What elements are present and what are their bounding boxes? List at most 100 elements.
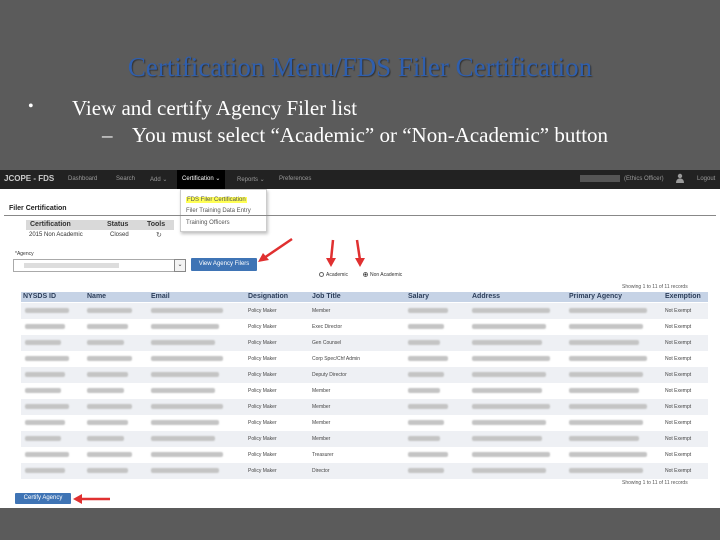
redacted-cell xyxy=(569,340,639,345)
annotation-arrow-view-button xyxy=(258,237,293,262)
radio-non-academic[interactable]: Non Academic xyxy=(363,272,402,278)
bullet-marker: • xyxy=(28,98,34,115)
nav-search[interactable]: Search xyxy=(116,176,135,182)
refresh-icon[interactable]: ↻ xyxy=(156,231,162,239)
redacted-cell xyxy=(408,308,448,313)
redacted-cell xyxy=(569,324,643,329)
redacted-cell xyxy=(472,324,546,329)
redacted-cell xyxy=(569,388,639,393)
cell-job-title: Member xyxy=(312,388,331,394)
navbar: JCOPE - FDS Dashboard Search Add ⌄ Certi… xyxy=(0,170,720,189)
cell-designation: Policy Maker xyxy=(248,340,277,346)
table-row[interactable]: Policy Maker Member Not Exempt xyxy=(21,415,708,431)
redacted-cell xyxy=(151,324,219,329)
redacted-cell xyxy=(408,468,444,473)
menu-filer-training[interactable]: Filer Training Data Entry xyxy=(186,208,251,214)
cell-exemption: Not Exempt xyxy=(665,340,692,346)
redacted-cell xyxy=(472,468,546,473)
redacted-cell xyxy=(408,452,448,457)
table-row[interactable]: Policy Maker Member Not Exempt xyxy=(21,303,708,319)
table-row[interactable]: Policy Maker Corp Spec/Chf Admin Not Exemp… xyxy=(21,351,708,367)
chevron-down-icon[interactable]: ⌄ xyxy=(174,259,186,272)
nav-preferences[interactable]: Preferences xyxy=(279,176,311,182)
redacted-cell xyxy=(87,452,132,457)
person-icon[interactable] xyxy=(676,173,684,183)
redacted-cell xyxy=(25,372,65,377)
user-name-redacted xyxy=(580,175,620,182)
table-row[interactable]: Policy Maker Exec Director Not Exempt xyxy=(21,319,708,335)
redacted-cell xyxy=(151,420,219,425)
redacted-cell xyxy=(87,324,128,329)
certification-table-header: Certification Status Tools xyxy=(26,220,174,230)
redacted-cell xyxy=(87,340,124,345)
redacted-cell xyxy=(151,404,223,409)
col-tools: Tools xyxy=(147,221,166,228)
redacted-cell xyxy=(87,308,132,313)
th-designation[interactable]: Designation xyxy=(248,293,288,300)
radio-circle[interactable] xyxy=(319,272,324,278)
redacted-cell xyxy=(87,372,128,377)
redacted-cell xyxy=(569,372,643,377)
cert-name: 2015 Non Academic xyxy=(29,232,83,238)
cell-designation: Policy Maker xyxy=(248,308,277,314)
view-agency-filers-button[interactable]: View Agency Filers xyxy=(191,258,257,271)
cell-designation: Policy Maker xyxy=(248,388,277,394)
table-row[interactable]: Policy Maker Deputy Director Not Exempt xyxy=(21,367,708,383)
nav-certification[interactable]: Certification ⌄ xyxy=(177,170,226,189)
redacted-cell xyxy=(472,388,542,393)
redacted-cell xyxy=(569,452,647,457)
redacted-cell xyxy=(472,372,546,377)
th-exemption[interactable]: Exemption xyxy=(665,293,701,300)
redacted-cell xyxy=(25,404,69,409)
table-row[interactable]: Policy Maker Director Not Exempt xyxy=(21,463,708,479)
th-email[interactable]: Email xyxy=(151,293,170,300)
app-brand[interactable]: JCOPE - FDS xyxy=(4,174,54,183)
th-address[interactable]: Address xyxy=(472,293,500,300)
redacted-cell xyxy=(408,324,444,329)
table-row[interactable]: Policy Maker Member Not Exempt xyxy=(21,431,708,447)
radio-circle-selected[interactable] xyxy=(363,272,368,278)
redacted-cell xyxy=(408,404,448,409)
cell-job-title: Gen Counsel xyxy=(312,340,342,346)
table-row[interactable]: Policy Maker Member Not Exempt xyxy=(21,399,708,415)
menu-fds-filer-certification[interactable]: FDS Filer Certification xyxy=(186,197,247,203)
cell-exemption: Not Exempt xyxy=(665,388,692,394)
cell-designation: Policy Maker xyxy=(248,372,277,378)
redacted-cell xyxy=(87,468,128,473)
cell-job-title: Member xyxy=(312,420,331,426)
user-role: (Ethics Officer) xyxy=(624,176,664,182)
th-job-title[interactable]: Job Title xyxy=(312,293,341,300)
table-row[interactable]: Policy Maker Treasurer Not Exempt xyxy=(21,447,708,463)
cell-job-title: Deputy Director xyxy=(312,372,347,378)
radio-academic[interactable]: Academic xyxy=(319,272,348,278)
agency-select[interactable]: ⌄ xyxy=(13,259,186,272)
th-nysds-id[interactable]: NYSDS ID xyxy=(23,293,56,300)
app-screenshot: JCOPE - FDS Dashboard Search Add ⌄ Certi… xyxy=(0,170,720,508)
table-row[interactable]: Policy Maker Member Not Exempt xyxy=(21,383,708,399)
redacted-cell xyxy=(25,452,69,457)
redacted-cell xyxy=(569,308,647,313)
redacted-cell xyxy=(408,420,444,425)
nav-reports[interactable]: Reports ⌄ xyxy=(237,176,265,183)
cell-job-title: Director xyxy=(312,468,330,474)
th-primary-agency[interactable]: Primary Agency xyxy=(569,293,622,300)
nav-add[interactable]: Add ⌄ xyxy=(150,176,167,183)
annotation-arrow-certify xyxy=(73,494,110,504)
menu-training-officers[interactable]: Training Officers xyxy=(186,220,230,226)
redacted-cell xyxy=(151,308,223,313)
th-name[interactable]: Name xyxy=(87,293,106,300)
redacted-cell xyxy=(87,404,132,409)
agency-value-redacted xyxy=(24,263,119,268)
certify-agency-button[interactable]: Certify Agency xyxy=(15,493,71,504)
table-row[interactable]: Policy Maker Gen Counsel Not Exempt xyxy=(21,335,708,351)
logout-link[interactable]: Logout xyxy=(697,176,715,182)
redacted-cell xyxy=(25,388,61,393)
nav-dashboard[interactable]: Dashboard xyxy=(68,176,97,182)
redacted-cell xyxy=(569,404,647,409)
redacted-cell xyxy=(472,340,542,345)
cell-exemption: Not Exempt xyxy=(665,324,692,330)
certification-row: 2015 Non Academic Closed ↻ xyxy=(26,231,176,239)
th-salary[interactable]: Salary xyxy=(408,293,429,300)
cell-designation: Policy Maker xyxy=(248,436,277,442)
redacted-cell xyxy=(408,388,440,393)
